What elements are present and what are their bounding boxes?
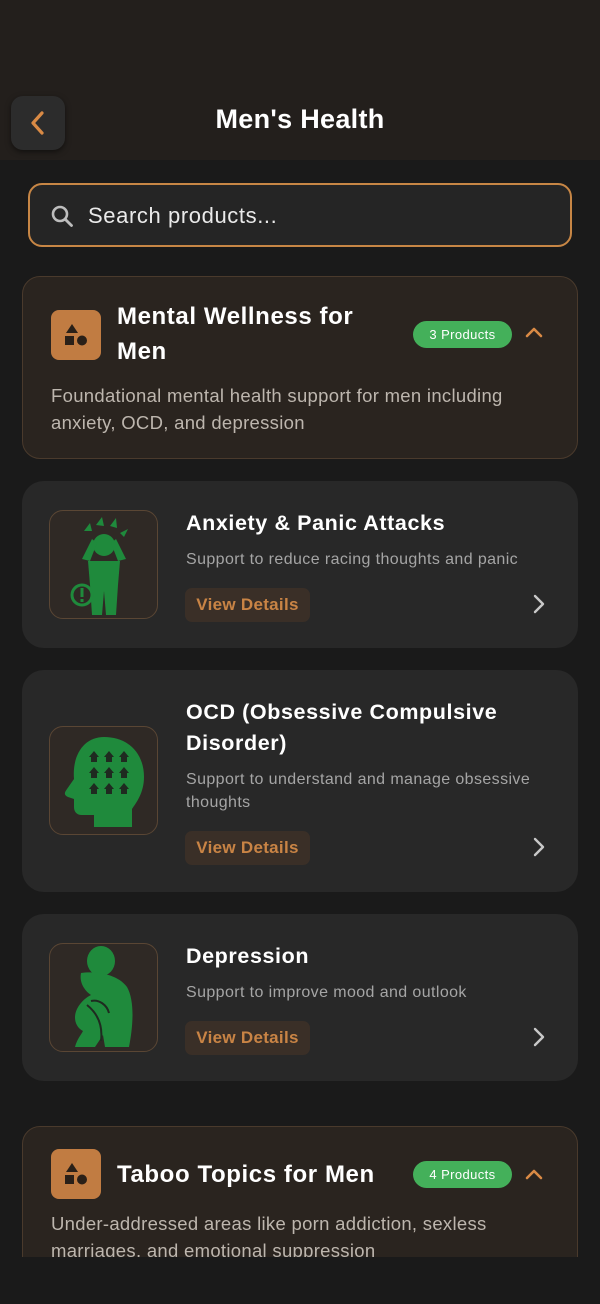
product-description: Support to understand and manage obsessi… [186, 771, 531, 811]
search-bar[interactable] [28, 183, 572, 247]
product-description: Support to improve mood and outlook [186, 984, 467, 1001]
category-title: Taboo Topics for Men [117, 1161, 375, 1188]
view-details-button[interactable]: View Details [185, 1021, 310, 1055]
category-description: Under-addressed areas like porn addictio… [51, 1213, 487, 1257]
panic-person-icon [49, 510, 158, 619]
chevron-right-icon[interactable] [532, 593, 546, 615]
chevron-up-icon[interactable] [524, 1167, 544, 1181]
chevron-right-icon[interactable] [532, 836, 546, 858]
category-title: Mental Wellness for Men [117, 303, 354, 365]
product-count-badge: 4 Products [413, 1161, 512, 1188]
chevron-right-icon[interactable] [532, 1026, 546, 1048]
head-thoughts-icon [49, 726, 158, 835]
category-card-taboo-topics[interactable]: Taboo Topics for Men 4 Products Under-ad… [22, 1126, 578, 1257]
product-count-badge: 3 Products [413, 321, 512, 348]
product-card-ocd[interactable]: OCD (Obsessive Compulsive Disorder) Supp… [22, 670, 578, 892]
shapes-icon [51, 310, 101, 360]
view-details-button[interactable]: View Details [185, 588, 310, 622]
product-card-depression[interactable]: Depression Support to improve mood and o… [22, 914, 578, 1081]
search-icon [51, 205, 73, 227]
product-title: Anxiety & Panic Attacks [186, 511, 446, 535]
chevron-up-icon[interactable] [524, 325, 544, 339]
view-details-button[interactable]: View Details [185, 831, 310, 865]
product-description: Support to reduce racing thoughts and pa… [186, 551, 519, 568]
product-title: Depression [186, 944, 310, 968]
search-input[interactable] [88, 197, 548, 235]
bottom-safe-area [0, 1257, 600, 1304]
shapes-icon [51, 1149, 101, 1199]
app-header: Men's Health [0, 0, 600, 160]
page-title: Men's Health [215, 104, 385, 134]
content-scroll-area[interactable]: Mental Wellness for Men 3 Products Found… [0, 160, 600, 1257]
product-card-anxiety[interactable]: Anxiety & Panic Attacks Support to reduc… [22, 481, 578, 648]
category-card-mental-wellness[interactable]: Mental Wellness for Men 3 Products Found… [22, 276, 578, 459]
category-description: Foundational mental health support for m… [51, 385, 503, 433]
sitting-person-icon [49, 943, 158, 1052]
product-title: OCD (Obsessive Compulsive Disorder) [186, 700, 498, 755]
